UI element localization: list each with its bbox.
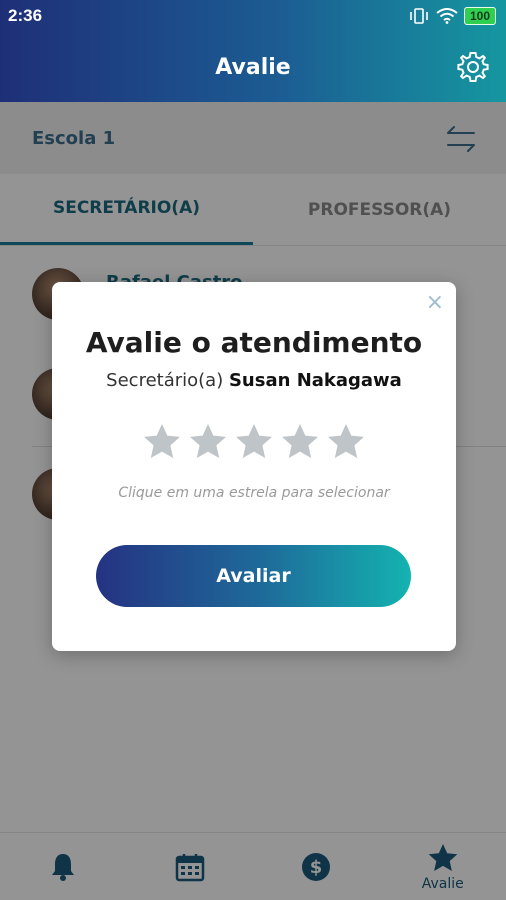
dialog-subtitle: Secretário(a) Susan Nakagawa <box>52 370 456 391</box>
staff-role: Secretário(a) <box>106 370 224 391</box>
vibrate-icon <box>410 8 428 24</box>
star-icon[interactable] <box>142 422 182 462</box>
app-bar: Avalie <box>0 32 506 102</box>
staff-person: Susan Nakagawa <box>228 370 402 391</box>
app-title: Avalie <box>215 54 291 80</box>
status-time: 2:36 <box>8 6 43 25</box>
dialog-title: Avalie o atendimento <box>85 326 423 359</box>
star-rating <box>52 422 456 462</box>
battery-indicator: 100 <box>463 7 496 25</box>
star-icon[interactable] <box>326 422 366 462</box>
close-icon[interactable]: × <box>426 292 444 314</box>
rating-dialog: × Avalie o atendimento Secretário(a) Sus… <box>52 282 456 651</box>
gear-icon[interactable] <box>456 50 490 84</box>
status-bar: 2:36 100 <box>0 0 506 32</box>
star-icon[interactable] <box>188 422 228 462</box>
avaliar-button[interactable]: Avaliar <box>96 545 411 607</box>
star-icon[interactable] <box>234 422 274 462</box>
rating-hint: Clique em uma estrela para selecionar <box>118 485 390 501</box>
status-icons: 100 <box>408 7 496 25</box>
star-icon[interactable] <box>280 422 320 462</box>
wifi-icon <box>436 8 458 24</box>
